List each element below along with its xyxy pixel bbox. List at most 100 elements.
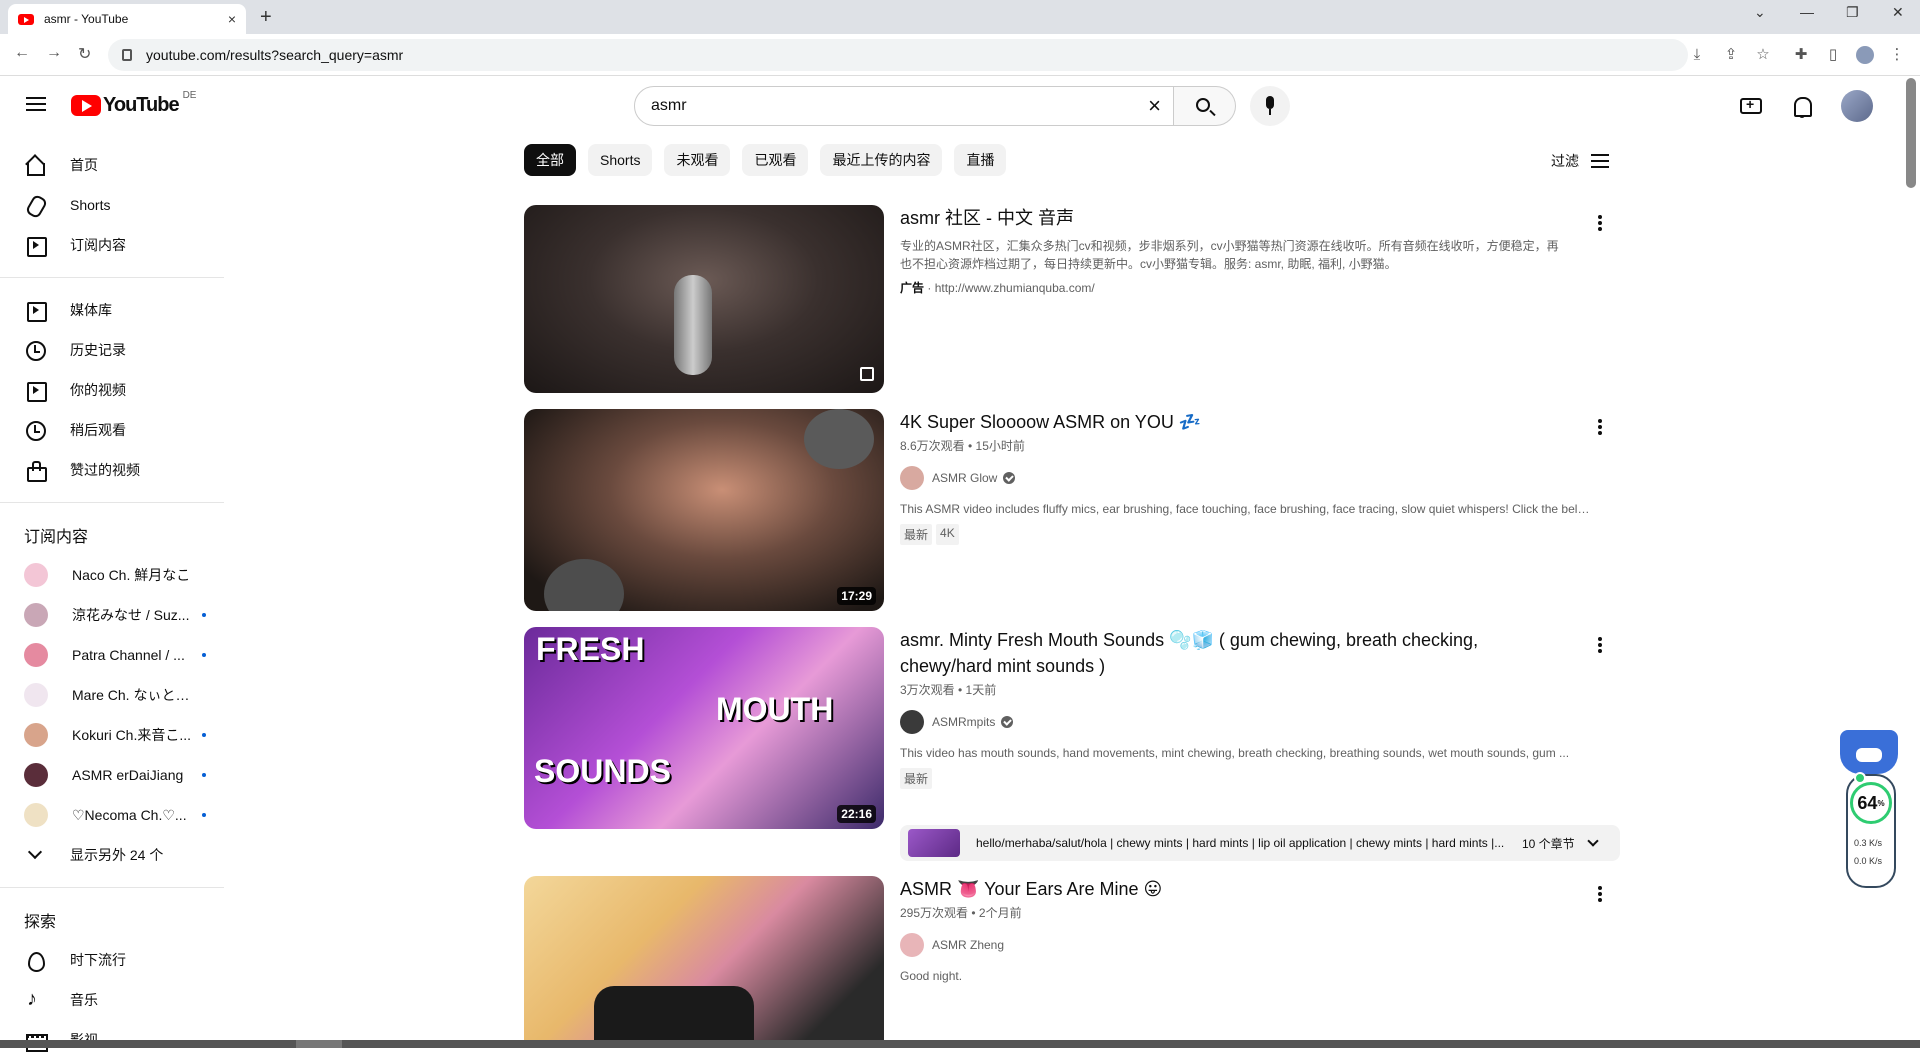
more-options-icon[interactable] xyxy=(1598,215,1602,231)
subscription-item[interactable]: ASMR erDaiJiang xyxy=(0,755,224,795)
side-panel-icon[interactable]: ▯ xyxy=(1824,46,1842,64)
channel-avatar[interactable] xyxy=(900,710,924,734)
search-button[interactable] xyxy=(1174,86,1236,126)
video-title[interactable]: 4K Super Sloooow ASMR on YOU 💤 xyxy=(900,409,1600,435)
video-thumbnail[interactable]: 17:29 xyxy=(524,409,884,611)
browser-tab[interactable]: asmr - YouTube × xyxy=(8,4,246,34)
clear-search-icon[interactable]: × xyxy=(1148,93,1161,119)
account-avatar[interactable] xyxy=(1841,90,1873,122)
library-icon xyxy=(24,299,47,322)
sidebar-item-subscriptions[interactable]: 订阅内容 xyxy=(0,225,224,265)
restore-button[interactable]: ❐ xyxy=(1846,4,1859,21)
subscription-item[interactable]: Patra Channel / ... xyxy=(0,635,224,675)
video-thumbnail[interactable]: FRESH MOUTH SOUNDS 22:16 xyxy=(524,627,884,829)
sidebar-item-shorts[interactable]: Shorts xyxy=(0,185,224,225)
subscription-item[interactable]: ♡Necoma Ch.♡... xyxy=(0,795,224,835)
channel-name[interactable]: ASMR Glow xyxy=(932,471,997,485)
close-window-button[interactable]: ✕ xyxy=(1892,4,1904,21)
channel-row[interactable]: ASMR Zheng xyxy=(900,933,1600,957)
subscription-item[interactable]: 涼花みなせ / Suz... xyxy=(0,595,224,635)
more-options-icon[interactable] xyxy=(1598,419,1602,435)
channel-avatar xyxy=(24,643,48,667)
bookmark-star-icon[interactable]: ☆ xyxy=(1754,46,1772,64)
channel-row[interactable]: ASMRmpits xyxy=(900,710,1600,734)
channel-row[interactable]: ASMR Glow xyxy=(900,466,1600,490)
video-result[interactable]: 17:29 4K Super Sloooow ASMR on YOU 💤 8.6… xyxy=(524,409,1620,611)
page-scrollbar[interactable] xyxy=(1906,78,1916,188)
new-content-dot xyxy=(202,813,206,817)
chevron-down-icon xyxy=(27,844,43,860)
video-result[interactable]: ASMR 👅 Your Ears Are Mine 😛 295万次观看 • 2个… xyxy=(524,876,1620,1040)
chapters-bar[interactable]: hello/merhaba/salut/hola | chewy mints |… xyxy=(900,825,1620,861)
reload-icon[interactable]: ↻ xyxy=(78,44,91,64)
sidebar-item-liked-videos[interactable]: 赞过的视频 xyxy=(0,450,224,490)
horizontal-scrollbar[interactable] xyxy=(296,1040,342,1048)
status-dot-icon xyxy=(1854,772,1866,784)
new-tab-button[interactable]: + xyxy=(260,6,272,29)
profile-avatar-icon[interactable] xyxy=(1856,46,1874,64)
tab-title: asmr - YouTube xyxy=(44,12,129,26)
install-icon[interactable]: ⤓ xyxy=(1688,46,1706,64)
minimize-button[interactable]: — xyxy=(1800,4,1814,20)
forward-arrow-icon[interactable]: → xyxy=(46,44,62,62)
lock-icon[interactable] xyxy=(122,49,132,61)
more-options-icon[interactable] xyxy=(1598,637,1602,653)
search-input[interactable]: asmr × xyxy=(634,86,1174,126)
video-stats: 8.6万次观看 • 15小时前 xyxy=(900,439,1025,453)
browser-menu-icon[interactable]: ⋮ xyxy=(1888,46,1906,64)
back-arrow-icon[interactable]: ← xyxy=(14,44,30,62)
video-title[interactable]: ASMR 👅 Your Ears Are Mine 😛 xyxy=(900,876,1600,902)
show-more-button[interactable]: 显示另外 24 个 xyxy=(0,835,224,875)
subscription-item[interactable]: Mare Ch. なぃとめ... xyxy=(0,675,224,715)
tab-close-icon[interactable]: × xyxy=(228,11,236,27)
chevron-down-icon[interactable] xyxy=(1587,835,1599,847)
channel-name[interactable]: ASMR Zheng xyxy=(932,938,1004,952)
network-monitor-widget[interactable]: 64% 0.3 K/s 0.0 K/s xyxy=(1840,730,1900,890)
sidebar-item-label: Shorts xyxy=(70,197,111,213)
ad-title[interactable]: asmr 社区 - 中文 音声 xyxy=(900,205,1600,231)
channel-avatar[interactable] xyxy=(900,466,924,490)
filter-button[interactable]: 过滤 xyxy=(1551,151,1609,171)
youtube-logo[interactable]: YouTube DE xyxy=(71,90,196,117)
chip-unwatched[interactable]: 未观看 xyxy=(664,144,731,176)
video-stats: 295万次观看 • 2个月前 xyxy=(900,906,1022,920)
video-badges: 最新 xyxy=(900,768,1600,789)
channel-avatar[interactable] xyxy=(900,933,924,957)
sidebar-item-trending[interactable]: 时下流行 xyxy=(0,940,224,980)
chip-live[interactable]: 直播 xyxy=(954,144,1007,176)
channel-name[interactable]: ASMRmpits xyxy=(932,715,995,729)
sidebar-divider xyxy=(0,502,224,503)
notifications-bell-icon[interactable] xyxy=(1790,95,1814,119)
sidebar-item-your-videos[interactable]: 你的视频 xyxy=(0,370,224,410)
chip-all[interactable]: 全部 xyxy=(524,144,576,176)
sidebar-item-label: 音乐 xyxy=(70,992,98,1008)
sidebar-divider xyxy=(0,277,224,278)
video-result[interactable]: FRESH MOUTH SOUNDS 22:16 asmr. Minty Fre… xyxy=(524,627,1620,861)
ad-result[interactable]: asmr 社区 - 中文 音声 专业的ASMR社区，汇集众多热门cv和视频，步非… xyxy=(524,205,1620,395)
menu-icon[interactable] xyxy=(26,97,46,111)
subscription-item[interactable]: Naco Ch. 鮮月なこ xyxy=(0,555,224,595)
more-options-icon[interactable] xyxy=(1598,886,1602,902)
share-icon[interactable]: ⇪ xyxy=(1722,46,1740,64)
tab-search-icon[interactable]: ⌄ xyxy=(1754,4,1766,21)
ad-url[interactable]: http://www.zhumianquba.com/ xyxy=(935,281,1095,295)
sidebar-item-library[interactable]: 媒体库 xyxy=(0,290,224,330)
video-thumbnail[interactable] xyxy=(524,876,884,1040)
voice-search-icon[interactable] xyxy=(1250,86,1290,126)
ad-thumbnail[interactable] xyxy=(524,205,884,393)
sidebar-item-history[interactable]: 历史记录 xyxy=(0,330,224,370)
sidebar-item-music[interactable]: 音乐 xyxy=(0,980,224,1020)
chip-watched[interactable]: 已观看 xyxy=(742,144,809,176)
ad-meta: asmr 社区 - 中文 音声 专业的ASMR社区，汇集众多热门cv和视频，步非… xyxy=(900,205,1600,296)
extensions-icon[interactable]: ✚ xyxy=(1792,46,1810,64)
chip-recently-uploaded[interactable]: 最近上传的内容 xyxy=(820,144,943,176)
sidebar-item-watch-later[interactable]: 稍后观看 xyxy=(0,410,224,450)
create-video-icon[interactable] xyxy=(1740,96,1762,114)
ad-description: 专业的ASMR社区，汇集众多热门cv和视频，步非烟系列，cv小野猫等热门资源在线… xyxy=(900,239,1559,271)
subscription-item[interactable]: Kokuri Ch.来音こ... xyxy=(0,715,224,755)
browser-tab-bar: asmr - YouTube × + ⌄ — ❐ ✕ xyxy=(0,0,1920,34)
video-title[interactable]: asmr. Minty Fresh Mouth Sounds 🫧🧊 ( gum … xyxy=(900,627,1520,679)
address-bar[interactable]: youtube.com/results?search_query=asmr xyxy=(108,39,1688,71)
sidebar-item-home[interactable]: 首页 xyxy=(0,145,224,185)
chip-shorts[interactable]: Shorts xyxy=(588,144,653,176)
